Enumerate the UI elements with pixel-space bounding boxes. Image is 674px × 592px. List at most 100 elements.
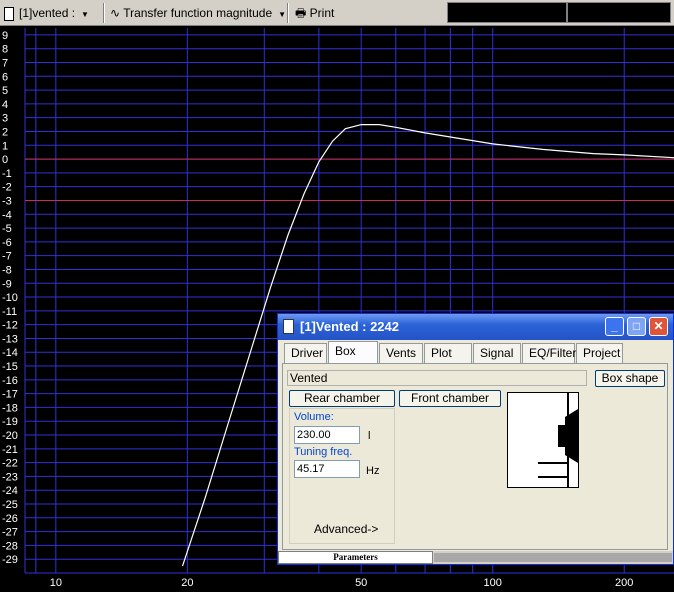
y-tick-label: -19 [2, 416, 18, 428]
y-tick-label: -3 [2, 195, 12, 207]
dialog-titlebar[interactable]: [1]Vented : 2242 _ □ ✕ [278, 314, 673, 340]
front-chamber-button[interactable]: Front chamber [399, 390, 501, 407]
box-shape-button[interactable]: Box shape [595, 370, 665, 387]
y-tick-label: -12 [2, 320, 18, 332]
tab-bar: Driver Box Vents Plot Signal EQ/Filter P… [280, 341, 673, 363]
tuning-input[interactable]: 45.17 [294, 460, 360, 478]
rear-chamber-label: Rear chamber [303, 391, 381, 405]
x-tick-label: 10 [50, 577, 62, 589]
statusbar-fill [434, 553, 672, 562]
box-panel: Vented Box shape Rear chamber Front cham… [282, 363, 668, 550]
volume-value: 230.00 [297, 429, 331, 441]
tab-eq-filter[interactable]: EQ/Filter [522, 343, 577, 363]
dialog-statusbar: Parameters [278, 551, 673, 564]
tuning-value: 45.17 [297, 463, 325, 475]
y-tick-label: -10 [2, 292, 18, 304]
box-preview-drawing [538, 393, 578, 487]
project-select[interactable]: [1]vented : ▼ [4, 3, 89, 23]
y-tick-label: -6 [2, 237, 12, 249]
maximize-button[interactable]: □ [627, 317, 646, 336]
y-tick-label: 6 [2, 71, 8, 83]
status-display-1 [447, 2, 567, 23]
x-tick-labels: 10 20 50 100 200 [50, 577, 634, 589]
y-tick-label: 3 [2, 113, 8, 125]
view-select-value: Transfer function magnitude [123, 6, 273, 20]
tab-project[interactable]: Project [576, 343, 623, 363]
dialog-title: [1]Vented : 2242 [300, 319, 399, 334]
y-tick-label: -1 [2, 168, 12, 180]
tuning-unit: Hz [366, 465, 380, 477]
y-tick-label: -21 [2, 444, 18, 456]
toolbar-separator [287, 3, 289, 23]
reference-lines [25, 158, 674, 201]
y-tick-label: -29 [2, 554, 18, 566]
y-tick-label: -18 [2, 402, 18, 414]
x-tick-label: 20 [181, 577, 193, 589]
parameters-tab[interactable]: Parameters [278, 551, 433, 564]
close-button[interactable]: ✕ [649, 317, 668, 336]
y-tick-label: -17 [2, 389, 18, 401]
tab-label: Driver [291, 346, 323, 360]
y-tick-label: -28 [2, 540, 18, 552]
y-tick-label: -20 [2, 430, 18, 442]
project-select-value: [1]vented : [19, 6, 76, 20]
tab-label: Vents [386, 346, 417, 360]
y-tick-label: -22 [2, 458, 18, 470]
y-tick-label: 1 [2, 140, 8, 152]
rear-chamber-button[interactable]: Rear chamber [289, 390, 395, 407]
y-tick-label: 8 [2, 44, 8, 56]
tab-box[interactable]: Box [328, 341, 378, 363]
advanced-link[interactable]: Advanced-> [314, 522, 378, 536]
x-tick-label: 100 [484, 577, 502, 589]
tab-label: Signal [480, 346, 514, 360]
project-icon [4, 6, 14, 21]
y-tick-label: 4 [2, 99, 8, 111]
toolbar-separator [103, 3, 105, 23]
y-tick-label: -26 [2, 513, 18, 525]
wave-icon: ∿ [110, 6, 121, 20]
tab-signal[interactable]: Signal [473, 343, 521, 363]
view-select[interactable]: ∿ Transfer function magnitude ▼ [110, 3, 286, 23]
y-tick-label: -24 [2, 485, 18, 497]
x-tick-label: 50 [355, 577, 367, 589]
y-tick-label: -16 [2, 375, 18, 387]
y-tick-label: -25 [2, 499, 18, 511]
y-tick-label: 2 [2, 126, 8, 138]
y-tick-label: 9 [2, 30, 8, 42]
tuning-label: Tuning freq. [294, 446, 353, 458]
y-tick-label: -8 [2, 264, 12, 276]
y-tick-label: -2 [2, 182, 12, 194]
parameters-label: Parameters [333, 552, 378, 562]
chevron-down-icon: ▼ [278, 10, 287, 19]
box-shape-field: Vented [287, 370, 587, 386]
speaker-cone-icon [565, 409, 578, 463]
tab-label: Plot [431, 346, 452, 360]
x-tick-label: 200 [615, 577, 633, 589]
y-tick-label: -7 [2, 251, 12, 263]
tab-plot[interactable]: Plot [424, 343, 472, 363]
status-display-2 [567, 2, 671, 23]
box-dialog: [1]Vented : 2242 _ □ ✕ Driver Box Vents … [277, 313, 674, 565]
tab-label: Project [583, 346, 621, 360]
speaker-icon [283, 319, 294, 334]
chevron-down-icon: ▼ [81, 10, 89, 19]
print-button[interactable]: 🖶 Print [295, 3, 334, 23]
volume-input[interactable]: 230.00 [294, 426, 360, 444]
tab-driver[interactable]: Driver [284, 343, 327, 363]
y-tick-label: -27 [2, 527, 18, 539]
chamber-group: Volume: 230.00 l Tuning freq. 45.17 Hz A… [289, 408, 395, 544]
box-preview [507, 392, 579, 488]
volume-label: Volume: [294, 411, 334, 423]
tab-label: Box [335, 344, 356, 358]
print-label: Print [309, 6, 335, 20]
minimize-button[interactable]: _ [605, 317, 624, 336]
tab-vents[interactable]: Vents [379, 343, 423, 363]
y-tick-label: -15 [2, 361, 18, 373]
toolbar: [1]vented : ▼ ∿ Transfer function magnitu… [0, 0, 674, 26]
tab-label: EQ/Filter [529, 346, 577, 360]
box-shape-value: Vented [290, 371, 328, 385]
printer-icon: 🖶 [295, 6, 307, 20]
y-tick-labels: 9 87 6 5 4 32 1 0 -1 -2-3 -4 -5 -6 -7-8 -9 -10 -11 -12-13… [2, 30, 18, 566]
y-tick-label: 5 [2, 85, 8, 97]
y-tick-label: -5 [2, 223, 12, 235]
